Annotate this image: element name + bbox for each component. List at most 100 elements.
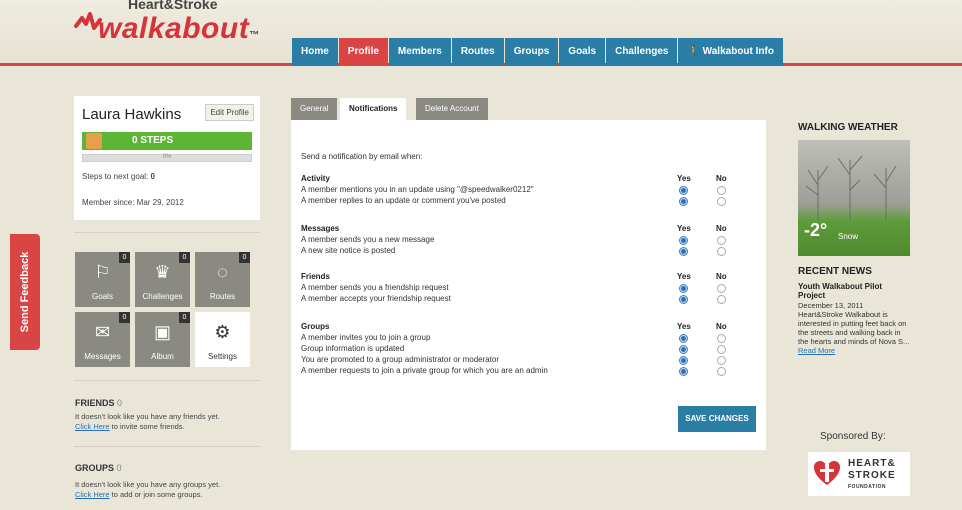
add-groups-link[interactable]: Click Here	[75, 490, 110, 499]
groups-heading: GROUPS 0	[75, 463, 122, 473]
radio-no[interactable]	[717, 247, 726, 256]
tile-count-badge: 0	[179, 252, 190, 263]
goal-progress-bar: 0%	[82, 154, 252, 162]
read-more-link[interactable]: Read More	[798, 346, 835, 355]
radio-no[interactable]	[717, 356, 726, 365]
notification-option-label: Group information is updated	[301, 344, 405, 353]
logo-main-text: walkabout™	[98, 12, 260, 45]
profile-name: Laura Hawkins	[82, 106, 182, 123]
steps-count: 0 STEPS	[132, 135, 174, 146]
sponsor-line2: STROKE	[848, 470, 896, 481]
notification-group-activity: Activity	[301, 174, 330, 183]
yes-column-header: Yes	[677, 174, 691, 183]
radio-yes[interactable]	[679, 345, 688, 354]
no-column-header: No	[716, 174, 727, 183]
steps-bar: 0 STEPS	[82, 132, 252, 150]
tile-count-badge: 0	[119, 312, 130, 323]
profile-card: Laura Hawkins Edit Profile 0 STEPS 0% St…	[74, 96, 260, 220]
tile-challenges[interactable]: ♛ Challenges 0	[135, 252, 190, 307]
nav-item-home[interactable]: Home	[292, 38, 338, 66]
radio-yes[interactable]	[679, 284, 688, 293]
notification-group-friends: Friends	[301, 272, 330, 281]
news-heading: RECENT NEWS	[798, 266, 872, 277]
notifications-intro: Send a notification by email when:	[301, 152, 423, 161]
weather-temp: -2°	[804, 220, 828, 240]
no-column-header: No	[716, 322, 727, 331]
radio-yes[interactable]	[679, 334, 688, 343]
notification-option-label: A member accepts your friendship request	[301, 294, 451, 303]
tile-label: Album	[151, 352, 174, 361]
yes-column-header: Yes	[677, 224, 691, 233]
nav-item-goals[interactable]: Goals	[559, 38, 606, 66]
radio-no[interactable]	[717, 197, 726, 206]
nav-item-members[interactable]: Members	[388, 38, 451, 66]
radio-no[interactable]	[717, 334, 726, 343]
walkabout-logo[interactable]: Heart&Stroke walkabout™	[74, 0, 260, 46]
radio-yes[interactable]	[679, 247, 688, 256]
radio-yes[interactable]	[679, 236, 688, 245]
notification-option-label: A member invites you to join a group	[301, 333, 431, 342]
radio-yes[interactable]	[679, 197, 688, 206]
nav-item-routes[interactable]: Routes	[451, 38, 504, 66]
tab-general[interactable]: General	[291, 98, 338, 120]
sponsor-line3: FOUNDATION	[848, 484, 886, 490]
radio-yes[interactable]	[679, 295, 688, 304]
notification-group-groups: Groups	[301, 322, 330, 331]
trophy-icon: ♛	[154, 262, 171, 282]
weather-heading: WALKING WEATHER	[798, 122, 898, 133]
notifications-panel: Send a notification by email when: SAVE …	[291, 120, 766, 450]
radio-no[interactable]	[717, 186, 726, 195]
groups-text: It doesn't look like you have any groups…	[75, 480, 221, 499]
nav-item-walkabout-info[interactable]: 🚶 Walkabout Info	[678, 38, 783, 66]
radio-yes[interactable]	[679, 367, 688, 376]
sponsor-line1: HEART&	[848, 458, 896, 469]
tile-settings[interactable]: ⚙ Settings	[195, 312, 250, 367]
radio-yes[interactable]	[679, 186, 688, 195]
site-header: Heart&Stroke walkabout™ Home Profile Membe…	[0, 0, 962, 66]
tile-routes[interactable]: ◌ Routes 0	[195, 252, 250, 307]
nav-item-groups[interactable]: Groups	[504, 38, 559, 66]
heart-stroke-logo[interactable]: HEART& STROKE FOUNDATION	[808, 452, 910, 496]
weather-desc: Snow	[838, 232, 859, 241]
no-column-header: No	[716, 272, 727, 281]
news-item-title: Youth Walkabout Pilot Project	[798, 282, 882, 300]
radio-no[interactable]	[717, 367, 726, 376]
edit-profile-button[interactable]: Edit Profile	[205, 104, 254, 121]
tile-label: Goals	[92, 292, 113, 301]
avatar[interactable]	[86, 133, 102, 149]
sponsored-label: Sponsored By:	[820, 431, 886, 442]
nav-item-profile[interactable]: Profile	[338, 38, 388, 66]
tab-notifications[interactable]: Notifications	[340, 98, 407, 120]
friends-heading: FRIENDS 0	[75, 398, 123, 408]
weather-image	[805, 155, 897, 220]
yes-column-header: Yes	[677, 322, 691, 331]
notification-option-label: You are promoted to a group administrato…	[301, 355, 500, 364]
divider	[74, 446, 260, 447]
nav-item-challenges[interactable]: Challenges	[606, 38, 678, 66]
tile-album[interactable]: ▣ Album 0	[135, 312, 190, 367]
yes-column-header: Yes	[677, 272, 691, 281]
radio-no[interactable]	[717, 284, 726, 293]
notification-option-label: A member mentions you in an update using…	[301, 185, 534, 194]
member-since-text: Member since: Mar 29, 2012	[82, 198, 184, 207]
tile-count-badge: 0	[239, 252, 250, 263]
send-feedback-label: Send Feedback	[19, 251, 31, 333]
invite-friends-link[interactable]: Click Here	[75, 422, 110, 431]
radio-yes[interactable]	[679, 356, 688, 365]
radio-no[interactable]	[717, 345, 726, 354]
radio-no[interactable]	[717, 236, 726, 245]
next-goal-text: Steps to next goal: 0	[82, 172, 155, 181]
save-changes-button[interactable]: SAVE CHANGES	[678, 406, 756, 432]
send-feedback-button[interactable]: Send Feedback	[10, 234, 40, 350]
tile-goals[interactable]: ⚐ Goals 0	[75, 252, 130, 307]
tile-label: Messages	[84, 352, 121, 361]
tile-messages[interactable]: ✉ Messages 0	[75, 312, 130, 367]
flag-icon: ⚐	[94, 262, 111, 282]
notification-option-label: A member sends you a new message	[301, 235, 435, 244]
logo-top-text: Heart&Stroke	[128, 0, 218, 12]
friends-text: It doesn't look like you have any friend…	[75, 412, 220, 431]
radio-no[interactable]	[717, 295, 726, 304]
album-icon: ▣	[153, 322, 171, 342]
tile-label: Challenges	[142, 292, 183, 301]
tab-delete-account[interactable]: Delete Account	[416, 98, 488, 120]
